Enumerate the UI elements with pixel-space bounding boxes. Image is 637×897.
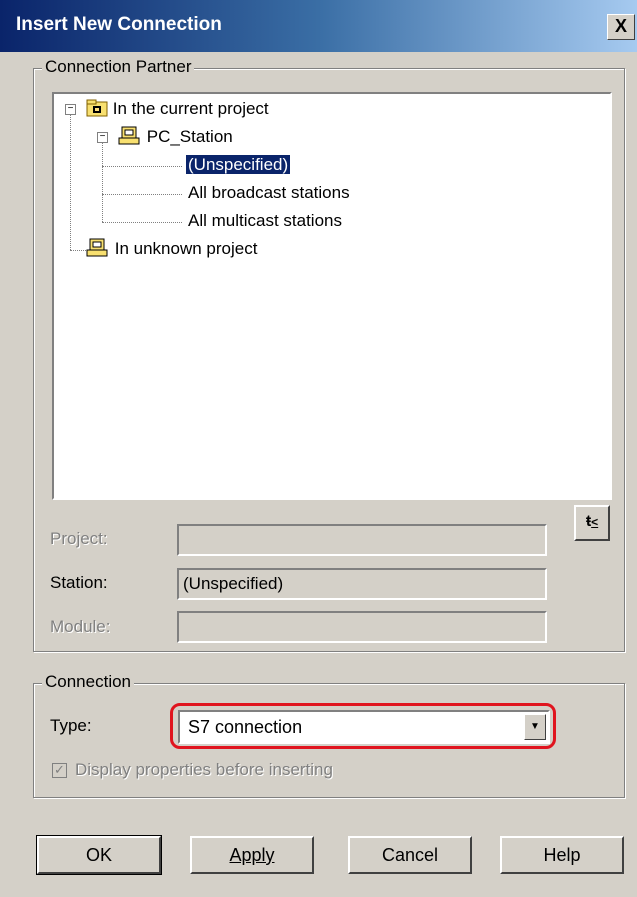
help-button[interactable]: Help bbox=[500, 836, 624, 874]
tree-node-pc-station[interactable]: PC_Station bbox=[118, 126, 233, 148]
connection-type-select[interactable]: S7 connection ▼ bbox=[178, 710, 550, 744]
display-properties-checkbox[interactable]: ✓ bbox=[52, 763, 67, 778]
collapse-root-toggle[interactable]: − bbox=[65, 104, 76, 115]
pc-station-icon bbox=[86, 238, 108, 257]
tree-node-current-project[interactable]: In the current project bbox=[86, 98, 269, 120]
tree-node-broadcast[interactable]: All broadcast stations bbox=[188, 182, 350, 204]
ok-button[interactable]: OK bbox=[36, 835, 162, 875]
lookup-button[interactable]: ŧ< bbox=[574, 505, 610, 541]
chevron-down-icon: ▼ bbox=[530, 721, 540, 732]
title-bar: Insert New Connection X bbox=[0, 0, 637, 52]
connection-partner-label: Connection Partner bbox=[42, 57, 195, 77]
module-label: Module: bbox=[50, 617, 111, 636]
cancel-button[interactable]: Cancel bbox=[348, 836, 472, 874]
tree-node-multicast[interactable]: All multicast stations bbox=[188, 210, 342, 232]
pc-station-icon bbox=[118, 126, 140, 145]
window-title: Insert New Connection bbox=[16, 14, 222, 35]
tree-node-unspecified[interactable]: (Unspecified) bbox=[184, 154, 292, 176]
dropdown-arrow-button[interactable]: ▼ bbox=[524, 714, 546, 740]
apply-button[interactable]: Apply bbox=[190, 836, 314, 874]
connection-type-value: S7 connection bbox=[188, 717, 303, 737]
project-field bbox=[177, 524, 547, 556]
close-button[interactable]: X bbox=[607, 14, 635, 40]
module-field bbox=[177, 611, 547, 643]
project-label: Project: bbox=[50, 529, 108, 548]
check-icon: ✓ bbox=[54, 762, 65, 777]
display-properties-label: Display properties before inserting bbox=[75, 760, 333, 779]
station-label: Station: bbox=[50, 573, 108, 592]
station-field: (Unspecified) bbox=[177, 568, 547, 600]
connection-partner-tree[interactable]: − In the current project − PC_Station (U… bbox=[52, 92, 612, 500]
close-icon: X bbox=[614, 16, 627, 36]
type-label: Type: bbox=[50, 716, 92, 735]
collapse-station-toggle[interactable]: − bbox=[97, 132, 108, 143]
project-folder-icon bbox=[86, 99, 108, 117]
tree-node-unknown-project[interactable]: In unknown project bbox=[86, 238, 257, 260]
lookup-icon: ŧ< bbox=[585, 513, 599, 530]
connection-label: Connection bbox=[42, 672, 135, 692]
